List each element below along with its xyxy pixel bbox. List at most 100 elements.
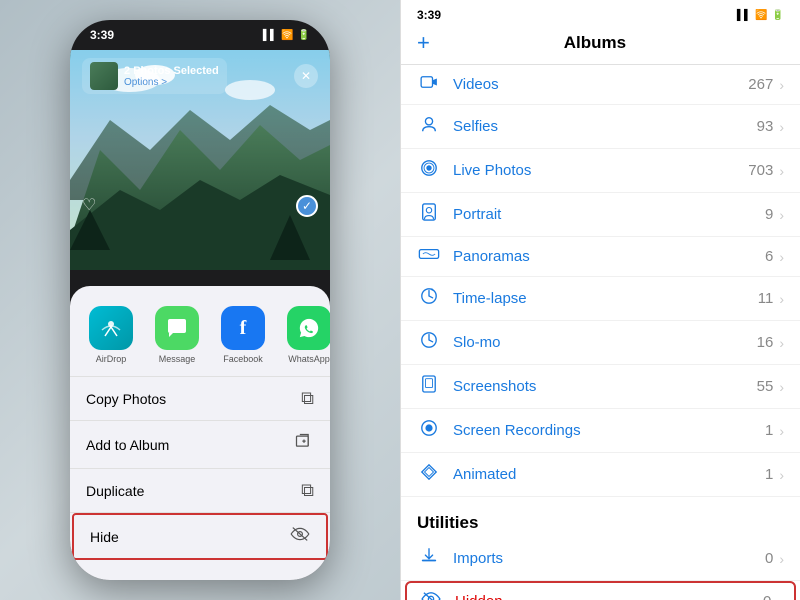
- facebook-label: Facebook: [223, 354, 263, 364]
- album-row-live-photos[interactable]: Live Photos 703 ›: [401, 149, 800, 193]
- right-panel: 3:39 ▌▌ 🛜 🔋 + Albums Videos 267 › Selfie…: [400, 0, 800, 600]
- screen-recordings-icon: [417, 419, 441, 442]
- album-row-slomo[interactable]: Slo-mo 16 ›: [401, 321, 800, 365]
- selected-count: 2 Photos Selected: [124, 65, 219, 77]
- animated-count: 1: [765, 466, 773, 483]
- status-icons: ▌▌ 🛜 🔋: [263, 30, 310, 41]
- utilities-header: Utilities: [401, 497, 800, 537]
- portrait-name: Portrait: [453, 206, 765, 223]
- timelapse-chevron: ›: [779, 291, 784, 307]
- panoramas-name: Panoramas: [453, 248, 765, 265]
- imports-icon: [417, 547, 441, 570]
- panoramas-chevron: ›: [779, 249, 784, 265]
- album-row-panoramas[interactable]: Panoramas 6 ›: [401, 237, 800, 277]
- albums-status-bar: 3:39 ▌▌ 🛜 🔋: [401, 0, 800, 26]
- selfies-name: Selfies: [453, 118, 757, 135]
- photos-selected-badge: 2 Photos Selected Options >: [82, 58, 227, 94]
- panoramas-icon: [417, 247, 441, 266]
- album-row-videos[interactable]: Videos 267 ›: [401, 65, 800, 105]
- add-to-album-icon: [294, 432, 314, 457]
- hidden-icon: [419, 591, 443, 600]
- album-row-selfies[interactable]: Selfies 93 ›: [401, 105, 800, 149]
- albums-list: Videos 267 › Selfies 93 › Live Photos 70…: [401, 65, 800, 497]
- messages-icon: [155, 306, 199, 350]
- close-button[interactable]: ✕: [294, 64, 318, 88]
- left-status-time: 3:39: [90, 28, 114, 42]
- hidden-chevron: ›: [777, 594, 782, 600]
- screenshots-name: Screenshots: [453, 378, 757, 395]
- album-row-screenshots[interactable]: Screenshots 55 ›: [401, 365, 800, 409]
- duplicate-icon: ⧉: [301, 480, 314, 501]
- live-photos-count: 703: [748, 162, 773, 179]
- copy-photos-icon: ⧉: [301, 388, 314, 409]
- heart-icon: ♡: [82, 195, 96, 217]
- album-row-timelapse[interactable]: Time-lapse 11 ›: [401, 277, 800, 321]
- album-row-hidden[interactable]: Hidden 0 ›: [405, 581, 796, 600]
- airdrop-icon: [89, 306, 133, 350]
- phone-frame: 3:39 ▌▌ 🛜 🔋: [70, 20, 330, 580]
- messages-app-item[interactable]: Message: [152, 306, 202, 364]
- album-row-portrait[interactable]: Portrait 9 ›: [401, 193, 800, 237]
- screen-recordings-name: Screen Recordings: [453, 422, 765, 439]
- hidden-name: Hidden: [455, 593, 763, 600]
- hide-icon: [290, 526, 310, 547]
- albums-header: + Albums: [401, 26, 800, 65]
- copy-photos-label: Copy Photos: [86, 391, 166, 407]
- facebook-app-item[interactable]: f Facebook: [218, 306, 268, 364]
- imports-count: 0: [765, 550, 773, 567]
- screen-recordings-count: 1: [765, 422, 773, 439]
- left-panel: 3:39 ▌▌ 🛜 🔋: [0, 0, 400, 600]
- copy-photos-action[interactable]: Copy Photos ⧉: [70, 377, 330, 421]
- videos-count: 267: [748, 76, 773, 93]
- videos-icon: [417, 75, 441, 94]
- hide-action[interactable]: Hide: [72, 513, 328, 560]
- whatsapp-app-item[interactable]: WhatsApp: [284, 306, 330, 364]
- portrait-chevron: ›: [779, 207, 784, 223]
- duplicate-label: Duplicate: [86, 483, 144, 499]
- album-row-screen-recordings[interactable]: Screen Recordings 1 ›: [401, 409, 800, 453]
- screenshots-count: 55: [757, 378, 774, 395]
- share-sheet: AirDrop Message f Facebook: [70, 286, 330, 580]
- live-photos-name: Live Photos: [453, 162, 748, 179]
- screen-recordings-chevron: ›: [779, 423, 784, 439]
- album-row-animated[interactable]: Animated 1 ›: [401, 453, 800, 497]
- timelapse-icon: [417, 287, 441, 310]
- slomo-chevron: ›: [779, 335, 784, 351]
- hide-label: Hide: [90, 529, 119, 545]
- animated-icon: [417, 463, 441, 486]
- phone-status-bar: 3:39 ▌▌ 🛜 🔋: [70, 20, 330, 46]
- videos-chevron: ›: [779, 77, 784, 93]
- videos-name: Videos: [453, 76, 748, 93]
- photo-header: 2 Photos Selected Options > ✕: [70, 50, 330, 102]
- live-photos-chevron: ›: [779, 163, 784, 179]
- timelapse-name: Time-lapse: [453, 290, 758, 307]
- slomo-name: Slo-mo: [453, 334, 757, 351]
- airdrop-app-item[interactable]: AirDrop: [86, 306, 136, 364]
- right-status-time: 3:39: [417, 8, 441, 22]
- selfies-chevron: ›: [779, 119, 784, 135]
- portrait-icon: [417, 203, 441, 226]
- utilities-list: Imports 0 › Hidden 0 › Recently Deleted …: [401, 537, 800, 600]
- app-row: AirDrop Message f Facebook: [70, 298, 330, 377]
- screenshots-icon: [417, 375, 441, 398]
- album-row-imports[interactable]: Imports 0 ›: [401, 537, 800, 581]
- add-to-album-action[interactable]: Add to Album: [70, 421, 330, 469]
- hidden-count: 0: [763, 593, 771, 600]
- duplicate-action[interactable]: Duplicate ⧉: [70, 469, 330, 513]
- options-link[interactable]: Options >: [124, 77, 219, 88]
- photo-icons: ♡ ✓: [70, 195, 330, 217]
- messages-label: Message: [159, 354, 196, 364]
- thumbnail-mini: [90, 62, 118, 90]
- imports-chevron: ›: [779, 551, 784, 567]
- whatsapp-icon: [287, 306, 330, 350]
- imports-name: Imports: [453, 550, 765, 567]
- action-list: Copy Photos ⧉ Add to Album Duplicate ⧉ H…: [70, 377, 330, 560]
- animated-name: Animated: [453, 466, 765, 483]
- selfies-icon: [417, 115, 441, 138]
- selfies-count: 93: [757, 118, 774, 135]
- whatsapp-label: WhatsApp: [288, 354, 330, 364]
- add-album-button[interactable]: +: [417, 30, 430, 56]
- live-photos-icon: [417, 159, 441, 182]
- animated-chevron: ›: [779, 467, 784, 483]
- slomo-icon: [417, 331, 441, 354]
